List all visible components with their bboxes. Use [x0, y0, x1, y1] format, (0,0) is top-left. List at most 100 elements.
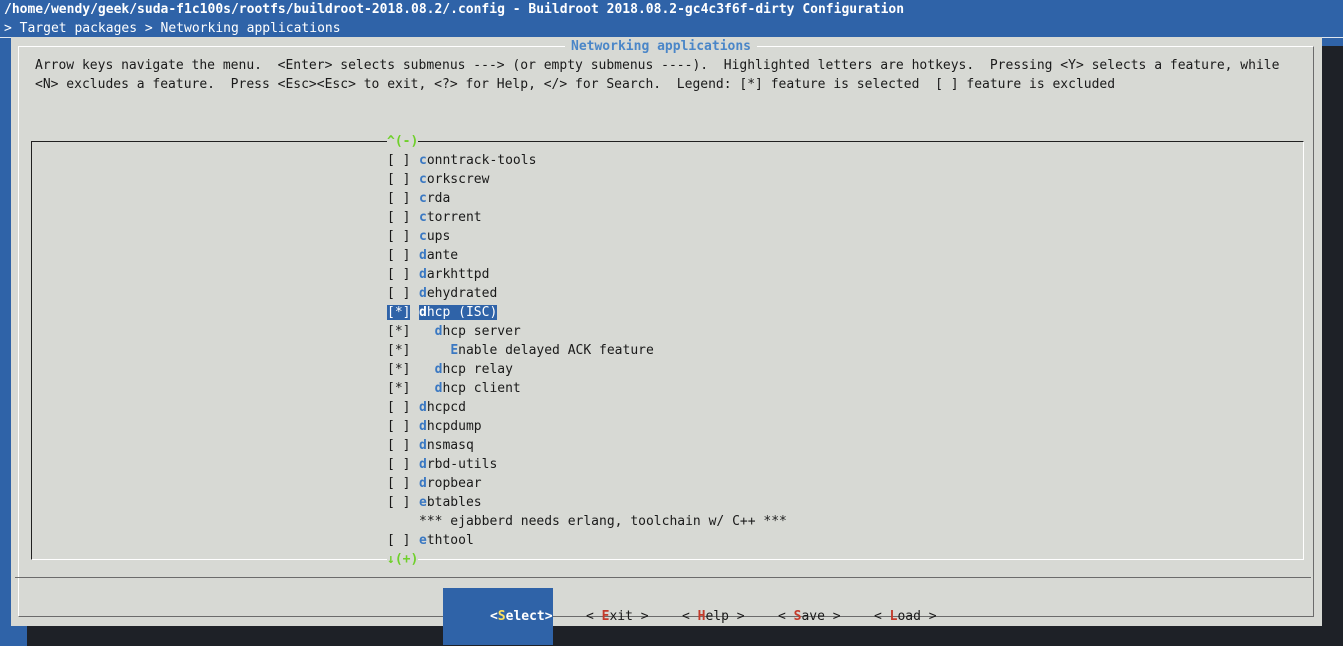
menu-item[interactable]: [ ] cups	[387, 227, 450, 246]
menu-item-checkbox[interactable]: [ ]	[387, 493, 419, 512]
menu-item[interactable]: [*] dhcp relay	[387, 360, 513, 379]
menu-item[interactable]: [*] dhcp server	[387, 322, 521, 341]
menu-item-text: ehydrated	[426, 286, 498, 301]
menu-item[interactable]: [ ] dante	[387, 246, 458, 265]
menu-item-check-state: [ ]	[387, 267, 411, 282]
menu-item[interactable]: [*] Enable delayed ACK feature	[387, 341, 654, 360]
menu-item-text: hcp client	[442, 381, 521, 396]
save-button[interactable]: < Save >	[731, 588, 841, 645]
select-button[interactable]: <Select>	[443, 588, 553, 645]
help-button[interactable]: < Help >	[635, 588, 745, 645]
menu-item-hotkey: e	[419, 495, 427, 510]
menu-item-checkbox[interactable]: [ ]	[387, 151, 419, 170]
breadcrumb: > Target packages > Networking applicati…	[4, 21, 341, 36]
menu-item-text: rda	[426, 191, 451, 206]
menu-item-hotkey: d	[419, 457, 427, 472]
menu-item-checkbox[interactable]: [ ]	[387, 417, 419, 436]
menu-item-text: orkscrew	[426, 172, 490, 187]
menu-item[interactable]: [ ] conntrack-tools	[387, 151, 536, 170]
menu-item-checkbox[interactable]: [ ]	[387, 189, 419, 208]
menu-item-check-state: [ ]	[387, 229, 411, 244]
menu-item-text: torrent	[426, 210, 482, 225]
menu-item-text: hcpdump	[426, 419, 482, 434]
help-text-line-2: <N> excludes a feature. Press <Esc><Esc>…	[35, 77, 1116, 92]
menu-item[interactable]: [ ] dhcpdump	[387, 417, 482, 436]
menu-item-checkbox[interactable]: [ ]	[387, 531, 419, 550]
menu-item-check-state: [ ]	[387, 286, 411, 301]
menu-item[interactable]: [ ] dehydrated	[387, 284, 497, 303]
menu-item-checkbox[interactable]: [*]	[387, 322, 419, 341]
menu-item[interactable]: *** ejabberd needs erlang, toolchain w/ …	[387, 512, 787, 531]
menu-item-check-state: [ ]	[387, 248, 411, 263]
menu-item-check-state: [*]	[387, 343, 411, 358]
menu-item-label: dnsmasq	[419, 438, 474, 453]
menu-item-checkbox[interactable]: [*]	[387, 360, 419, 379]
menu-item-text: btables	[426, 495, 482, 510]
menu-item-check-state: [ ]	[387, 533, 411, 548]
menu-item-checkbox[interactable]: [ ]	[387, 246, 419, 265]
menu-item-checkbox[interactable]: [*]	[387, 341, 419, 360]
menu-item-label: crda	[419, 191, 450, 206]
menu-item-check-state: [ ]	[387, 438, 411, 453]
menu-item[interactable]: [ ] drbd-utils	[387, 455, 497, 474]
menu-item-text: ropbear	[426, 476, 482, 491]
menu-item[interactable]: [ ] ebtables	[387, 493, 482, 512]
menu-item[interactable]: [ ] dhcpcd	[387, 398, 466, 417]
menu-item-hotkey: d	[419, 267, 427, 282]
menu-item-check-state: [*]	[387, 324, 411, 339]
menu-item-checkbox[interactable]: [ ]	[387, 284, 419, 303]
menu-item-checkbox[interactable]: [ ]	[387, 474, 419, 493]
menu-item-checkbox[interactable]: [*]	[387, 379, 419, 398]
window-title: /home/wendy/geek/suda-f1c100s/rootfs/bui…	[4, 2, 905, 17]
menu-item-checkbox[interactable]: [ ]	[387, 265, 419, 284]
menu-item-label: dhcpdump	[419, 419, 482, 434]
menu-item-check-state: [ ]	[387, 400, 411, 415]
menu-item-hotkey: E	[450, 343, 459, 358]
menu-item-checkbox[interactable]: [*]	[387, 303, 419, 322]
menu-item-checkbox[interactable]: [ ]	[387, 436, 419, 455]
load-button[interactable]: < Load >	[827, 588, 937, 645]
menu-item[interactable]: [ ] dropbear	[387, 474, 482, 493]
menu-item-label: Enable delayed ACK feature	[450, 343, 654, 358]
menu-list-box[interactable]	[31, 141, 1304, 560]
menu-item-checkbox[interactable]: [ ]	[387, 170, 419, 189]
menu-item-text: hcpcd	[426, 400, 466, 415]
menu-item[interactable]: [*] dhcp (ISC)	[387, 303, 498, 322]
menu-item[interactable]: [*] dhcp client	[387, 379, 521, 398]
menu-item[interactable]: [ ] ctorrent	[387, 208, 482, 227]
dialog-shadow-right	[1322, 46, 1343, 646]
menu-item-checkbox[interactable]: [ ]	[387, 398, 419, 417]
menu-item-label: dhcp relay	[435, 362, 513, 377]
menu-item[interactable]: [ ] ethtool	[387, 531, 474, 550]
config-dialog: Networking applications Arrow keys navig…	[11, 37, 1322, 645]
menu-item-hotkey: d	[419, 438, 427, 453]
menu-item-hotkey: c	[419, 153, 427, 168]
menu-item-indent	[419, 362, 435, 377]
menu-item[interactable]: [ ] corkscrew	[387, 170, 489, 189]
exit-button[interactable]: < Exit >	[539, 588, 649, 645]
menu-item-label: dehydrated	[419, 286, 497, 301]
menu-item-hotkey: d	[419, 476, 427, 491]
menu-item-label: dropbear	[419, 476, 482, 491]
menu-item-text: rbd-utils	[426, 457, 498, 472]
menu-item-checkbox[interactable]: [ ]	[387, 227, 419, 246]
menu-item-label: corkscrew	[419, 172, 489, 187]
menu-item[interactable]: [ ] dnsmasq	[387, 436, 474, 455]
menu-item-label: dhcp client	[435, 381, 521, 396]
menu-item[interactable]: [ ] darkhttpd	[387, 265, 489, 284]
menu-item-checkbox[interactable]: [ ]	[387, 455, 419, 474]
menu-item-indent	[419, 381, 435, 396]
menu-item-label: *** ejabberd needs erlang, toolchain w/ …	[419, 514, 787, 529]
help-text-line-1: Arrow keys navigate the menu. <Enter> se…	[35, 58, 1280, 73]
menu-item[interactable]: [ ] crda	[387, 189, 450, 208]
menu-item-checkbox[interactable]: [ ]	[387, 208, 419, 227]
menu-item-text: hcp (ISC)	[426, 305, 498, 320]
menu-item-check-state: [ ]	[387, 476, 411, 491]
scroll-up-indicator[interactable]: ^(-)	[387, 132, 419, 151]
menu-item-indent	[419, 343, 450, 358]
menu-item-hotkey: d	[419, 248, 427, 263]
menu-item-check-state: [*]	[387, 305, 411, 320]
scroll-down-indicator[interactable]: ↓(+)	[387, 550, 419, 569]
menu-item-text: hcp relay	[442, 362, 513, 377]
menu-item-text: nable delayed ACK feature	[458, 343, 654, 358]
